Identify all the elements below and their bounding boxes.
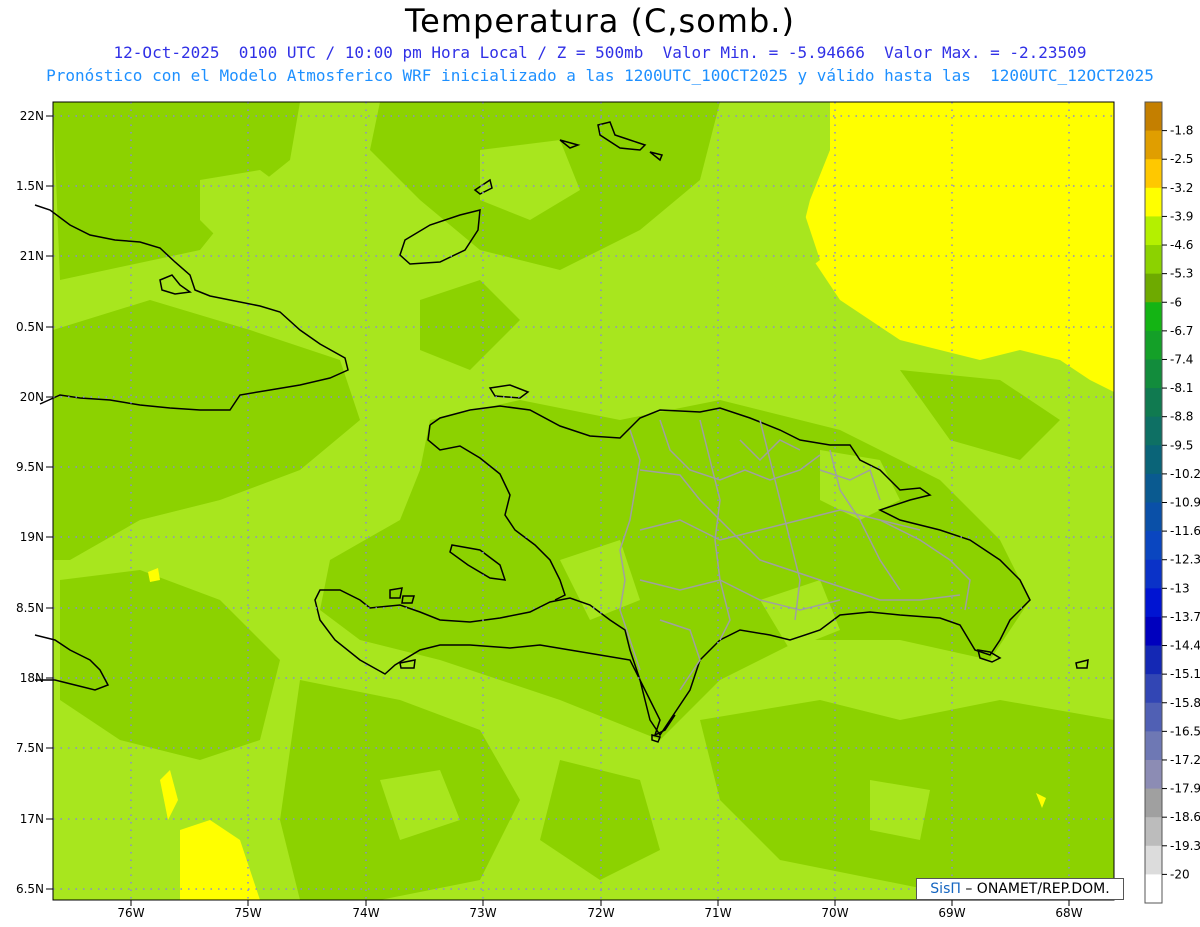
colorbar-swatch (1145, 559, 1162, 589)
colorbar-swatch (1145, 388, 1162, 418)
latitude-labels: 22N 1.5N 21N 0.5N 20N 9.5N 19N 8.5N 18N 7.5N 17N 6.… (16, 109, 53, 896)
colorbar-label: -16.5 (1170, 724, 1200, 738)
colorbar-swatch (1145, 874, 1162, 904)
lon-tick-label: 72W (587, 906, 614, 920)
colorbar-label: -14.4 (1170, 639, 1200, 653)
colorbar-swatch (1145, 416, 1162, 446)
colorbar-label: -8.1 (1170, 381, 1193, 395)
colorbar-swatch (1145, 731, 1162, 761)
colorbar-swatch (1145, 588, 1162, 618)
lat-tick-label: 0.5N (16, 320, 44, 334)
lat-tick-label: 22N (20, 109, 44, 123)
lat-tick-label: 18N (20, 671, 44, 685)
colorbar-swatch (1145, 817, 1162, 847)
colorbar-swatch (1145, 788, 1162, 818)
lon-tick-label: 71W (704, 906, 731, 920)
colorbar-swatch (1145, 216, 1162, 246)
colorbar-swatch (1145, 759, 1162, 790)
colorbar-swatch (1145, 273, 1162, 303)
colorbar-label: -19.3 (1170, 839, 1200, 853)
sispi-logo: SisΠ (930, 881, 961, 897)
longitude-labels: 76W 75W 74W 73W 72W 71W 70W 69W 68W (117, 900, 1083, 920)
colorbar-label: -13.7 (1170, 610, 1200, 624)
lat-tick-label: 6.5N (16, 882, 44, 896)
lon-tick-label: 73W (469, 906, 496, 920)
lon-tick-label: 74W (352, 906, 379, 920)
colorbar-label: -1.8 (1170, 124, 1193, 138)
colorbar-swatch (1145, 330, 1162, 360)
colorbar-label: -3.2 (1170, 181, 1193, 195)
colorbar-swatch (1145, 302, 1162, 332)
lon-tick-label: 76W (117, 906, 144, 920)
lat-tick-label: 8.5N (16, 601, 44, 615)
lon-tick-label: 69W (938, 906, 965, 920)
lat-tick-label: 1.5N (16, 179, 44, 193)
colorbar-swatch (1145, 473, 1162, 503)
colorbar-swatch (1145, 845, 1162, 875)
colorbar-swatch (1145, 502, 1162, 532)
lon-tick-label: 68W (1055, 906, 1082, 920)
credit-text: – ONAMET/REP.DOM. (960, 881, 1110, 897)
shaded-field (53, 102, 1114, 900)
colorbar-label: -17.9 (1170, 782, 1200, 796)
colorbar-label: -2.5 (1170, 152, 1193, 166)
lon-tick-label: 75W (234, 906, 261, 920)
lon-tick-label: 70W (821, 906, 848, 920)
lat-tick-label: 19N (20, 530, 44, 544)
lat-tick-label: 9.5N (16, 460, 44, 474)
colorbar-swatch (1145, 702, 1162, 732)
credit-box: SisΠ – ONAMET/REP.DOM. (916, 878, 1124, 900)
lat-tick-label: 17N (20, 812, 44, 826)
colorbar-swatch (1145, 245, 1162, 275)
colorbar-label: -18.6 (1170, 810, 1200, 824)
colorbar-label: -13 (1170, 581, 1190, 595)
colorbar-label: -3.9 (1170, 209, 1193, 223)
colorbar-swatch (1145, 359, 1162, 389)
colorbar-swatch (1145, 130, 1162, 160)
colorbar-label: -5.3 (1170, 267, 1193, 281)
colorbar-swatch (1145, 159, 1162, 189)
colorbar-label: -15.1 (1170, 667, 1200, 681)
colorbar-swatch (1145, 616, 1162, 647)
colorbar-swatch (1145, 445, 1162, 475)
colorbar-label: -4.6 (1170, 238, 1193, 252)
colorbar-label: -8.8 (1170, 410, 1193, 424)
lat-tick-label: 20N (20, 390, 44, 404)
colorbar-label: -17.2 (1170, 753, 1200, 767)
colorbar-label: -7.4 (1170, 352, 1193, 366)
colorbar-label: -15.8 (1170, 696, 1200, 710)
colorbar-label: -9.5 (1170, 438, 1193, 452)
colorbar-label: -10.2 (1170, 467, 1200, 481)
colorbar-label: -10.9 (1170, 496, 1200, 510)
colorbar-swatch (1145, 102, 1162, 132)
colorbar-label: -11.6 (1170, 524, 1200, 538)
colorbar-label: -12.3 (1170, 553, 1200, 567)
colorbar-swatch (1145, 187, 1162, 217)
temperature-map: 22N 1.5N 21N 0.5N 20N 9.5N 19N 8.5N 18N 7.5N 17N 6.… (16, 101, 1200, 920)
colorbar-swatch (1145, 531, 1162, 561)
colorbar-label: -6 (1170, 295, 1182, 309)
colorbar: -1.8 -2.5 -3.2 -3.9 -4.6 -5.3 -6 -6.7 -7.4 -8.1 -8… (1144, 101, 1200, 904)
lat-tick-label: 7.5N (16, 741, 44, 755)
colorbar-swatch (1145, 674, 1162, 704)
lat-tick-label: 21N (20, 249, 44, 263)
colorbar-label: -20 (1170, 867, 1190, 881)
colorbar-swatch (1145, 645, 1162, 675)
colorbar-label: -6.7 (1170, 324, 1193, 338)
